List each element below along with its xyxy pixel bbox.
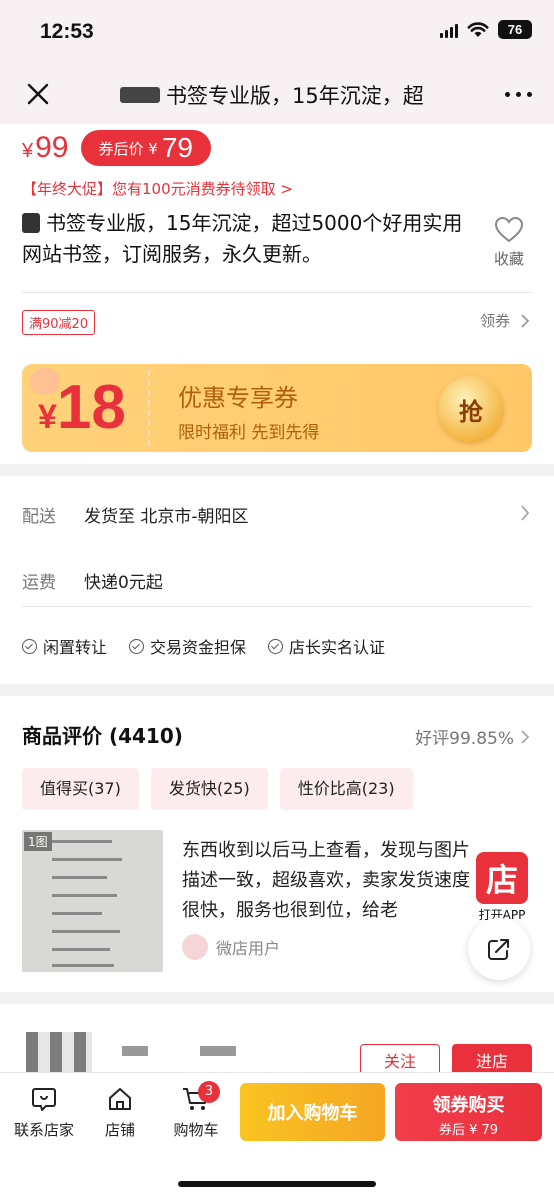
check-circle-icon [268, 638, 284, 654]
positive-rate-link[interactable]: 好评99.85% [415, 724, 530, 749]
review-text: 东西收到以后马上查看，发现与图片描述一致，超级喜欢，卖家发货速度很快，服务也很到… [182, 840, 470, 921]
add-to-cart-button[interactable]: 加入购物车 [240, 1083, 385, 1141]
price-row: ¥99 券后价 ¥ 79 [22, 130, 211, 166]
buy-sub-label: 券后 ¥ 79 [438, 1123, 499, 1138]
avatar [182, 934, 208, 960]
chevron-right-icon [521, 729, 530, 744]
discount-tag: 满90减20 [22, 310, 96, 335]
promo-link[interactable]: 【年终大促】您有100元消费券待领取 > [22, 178, 293, 199]
status-icons: 76 [440, 20, 532, 39]
blurred-shop-logo [26, 1032, 92, 1076]
shipping-card: 配送 发货至 北京市-朝阳区 运费 快递0元起 闲置转让 交易资金担保 店长实名… [0, 476, 554, 684]
guarantee-label: 店长实名认证 [289, 638, 386, 657]
nav-title: 书签专业版，15年沉淀，超 [120, 80, 450, 110]
coupon-price-value: 79 [161, 132, 193, 163]
review-user: 微店用户 [182, 934, 280, 960]
favorite-label: 收藏 [493, 250, 524, 268]
divider [22, 606, 532, 607]
price-value: 99 [35, 131, 69, 164]
check-circle-icon [129, 638, 145, 654]
product-title-text: 书签专业版，15年沉淀，超过5000个好用实用网站书签，订阅服务，永久更新。 [22, 211, 463, 266]
coupon-price-label: 券后价 ¥ [98, 139, 158, 158]
coupon-currency: ¥ [38, 398, 57, 436]
blurred-shop-info [200, 1046, 236, 1056]
cart-label: 购物车 [173, 1121, 219, 1139]
battery-icon: 76 [498, 20, 532, 39]
review-tag[interactable]: 值得买(37) [22, 768, 139, 810]
cart-count-badge: 3 [198, 1081, 220, 1103]
contact-label: 联系店家 [13, 1121, 74, 1139]
freight-value: 快递0元起 [84, 573, 163, 593]
guarantee-label: 闲置转让 [43, 638, 108, 657]
guarantee-item: 店长实名认证 [268, 634, 385, 658]
home-icon [109, 1088, 131, 1110]
cart-button[interactable]: 3 购物车 [168, 1081, 224, 1140]
favorite-button[interactable]: 收藏 [486, 216, 532, 269]
bottom-action-bar: 联系店家 店铺 3 购物车 加入购物车 领券购买 券后 ¥ 79 [0, 1072, 554, 1199]
status-bar: 12:53 76 [0, 0, 554, 62]
freight-label: 运费 [22, 573, 56, 593]
nav-bar: 书签专业版，15年沉淀，超 [0, 62, 554, 124]
original-price: ¥99 [22, 131, 69, 165]
more-icon[interactable] [505, 92, 532, 97]
status-time: 12:53 [40, 20, 94, 43]
shop-icon: 店 [476, 852, 528, 904]
chevron-right-icon [521, 313, 530, 328]
blurred-brand [22, 213, 40, 233]
open-app-button[interactable]: 店 打开APP [474, 852, 530, 923]
grab-coupon-button[interactable]: 抢 [438, 376, 504, 442]
divider [22, 292, 532, 293]
exclusive-coupon[interactable]: ¥18 优惠专享券 限时福利 先到先得 抢 [22, 364, 532, 452]
positive-rate: 好评99.85% [415, 729, 514, 749]
review-tag[interactable]: 发货快(25) [150, 768, 268, 810]
buy-label: 领券购买 [432, 1095, 505, 1116]
home-indicator[interactable] [178, 1181, 376, 1187]
coupon-subtitle: 限时福利 先到先得 [178, 423, 320, 443]
share-icon [488, 939, 509, 960]
currency-symbol: ¥ [22, 140, 34, 162]
chat-icon [32, 1088, 56, 1111]
blurred-shop-name [122, 1046, 148, 1056]
review-tags: 值得买(37) 发货快(25) 性价比高(23) [22, 768, 413, 810]
check-circle-icon [22, 638, 37, 654]
share-button[interactable] [468, 918, 530, 980]
guarantee-item: 交易资金担保 [129, 634, 246, 658]
guarantee-list: 闲置转让 交易资金担保 店长实名认证 [22, 634, 385, 658]
delivery-label: 配送 [22, 507, 56, 527]
store-label: 店铺 [104, 1121, 135, 1139]
coupon-amount: ¥18 [38, 372, 126, 443]
blurred-shop-name [120, 87, 160, 103]
review-username: 微店用户 [216, 939, 281, 958]
get-coupon-link[interactable]: 领券 [480, 310, 530, 331]
wifi-icon [467, 21, 489, 37]
product-card: ¥99 券后价 ¥ 79 【年终大促】您有100元消费券待领取 > 书签专业版，… [0, 124, 554, 464]
buy-with-coupon-button[interactable]: 领券购买 券后 ¥ 79 [395, 1083, 542, 1141]
get-coupon-label: 领券 [479, 312, 510, 330]
contact-seller-button[interactable]: 联系店家 [12, 1085, 76, 1140]
coupon-separator [148, 370, 150, 446]
delivery-address[interactable]: 发货至 北京市-朝阳区 [84, 502, 249, 527]
chevron-right-icon[interactable] [520, 504, 530, 522]
coupon-title: 优惠专享券 [178, 384, 298, 412]
review-image[interactable]: 1图 [22, 830, 163, 972]
image-count-badge: 1图 [24, 832, 52, 851]
store-button[interactable]: 店铺 [98, 1085, 142, 1140]
coupon-amount-value: 18 [56, 373, 126, 442]
review-item[interactable]: 1图 东西收到以后马上查看，发现与图片描述一致，超级喜欢，卖家发货速度很快，服务… [22, 830, 512, 972]
close-icon[interactable] [24, 80, 52, 108]
heart-icon [494, 216, 524, 243]
product-title: 书签专业版，15年沉淀，超过5000个好用实用网站书签，订阅服务，永久更新。 [22, 208, 472, 270]
reviews-title: 商品评价 (4410) [22, 724, 183, 748]
coupon-price-badge: 券后价 ¥ 79 [80, 130, 211, 166]
guarantee-label: 交易资金担保 [150, 638, 247, 657]
nav-title-text: 书签专业版，15年沉淀，超 [166, 84, 424, 108]
guarantee-item: 闲置转让 [22, 634, 107, 658]
review-tag[interactable]: 性价比高(23) [279, 768, 413, 810]
signal-icon [440, 22, 458, 38]
